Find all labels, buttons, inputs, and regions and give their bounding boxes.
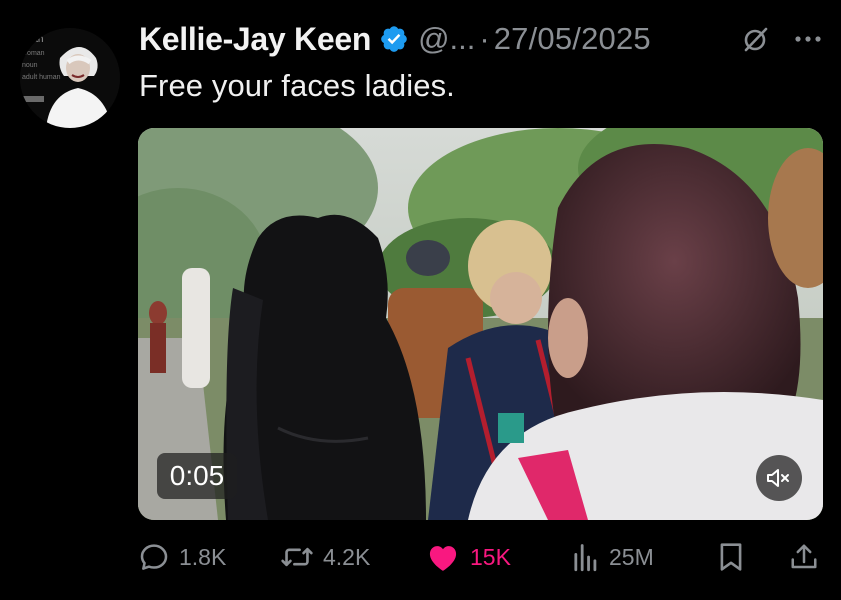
tweet-date[interactable]: 27/05/2025 — [494, 21, 651, 57]
tweet-video[interactable]: 0:05 — [138, 128, 823, 520]
author-display-name[interactable]: Kellie-Jay Keen — [139, 21, 371, 58]
heart-icon — [425, 541, 461, 573]
video-duration: 0:05 — [157, 453, 237, 499]
avatar-text-noun: noun — [22, 62, 38, 69]
views-button[interactable]: 25M — [572, 536, 654, 578]
video-frame — [138, 128, 823, 520]
tweet-text: Free your faces ladies. — [139, 68, 455, 103]
avatar-image: man woman noun adult human — [20, 28, 120, 128]
like-count: 15K — [470, 543, 511, 570]
views-icon — [572, 541, 600, 573]
grok-icon[interactable] — [741, 24, 771, 54]
repost-count: 4.2K — [323, 543, 371, 570]
author-handle[interactable]: @... — [418, 21, 475, 57]
reply-count: 1.8K — [179, 543, 227, 570]
bookmark-icon — [718, 541, 744, 573]
more-icon[interactable] — [793, 24, 823, 54]
header-separator: · — [479, 21, 490, 56]
author-avatar[interactable]: man woman noun adult human — [20, 28, 120, 128]
repost-icon — [280, 541, 314, 573]
volume-muted-icon[interactable] — [756, 455, 802, 501]
avatar-text-word: man — [24, 34, 43, 45]
bookmark-button[interactable] — [718, 536, 744, 578]
like-button[interactable]: 15K — [425, 536, 511, 578]
views-count: 25M — [609, 543, 654, 570]
tweet-header: Kellie-Jay Keen @... · 27/05/2025 — [139, 18, 823, 60]
verified-badge-icon[interactable] — [379, 24, 409, 54]
share-icon — [789, 541, 819, 573]
reply-icon — [138, 541, 170, 573]
action-bar: 1.8K 4.2K 15K 25M — [138, 536, 823, 578]
avatar-text-definition: adult human — [22, 74, 61, 81]
avatar-text-woman: woman — [21, 50, 45, 57]
repost-button[interactable]: 4.2K — [280, 536, 370, 578]
tweet: man woman noun adult human Kellie-Jay Ke… — [0, 0, 841, 600]
reply-button[interactable]: 1.8K — [138, 536, 226, 578]
share-button[interactable] — [789, 536, 819, 578]
